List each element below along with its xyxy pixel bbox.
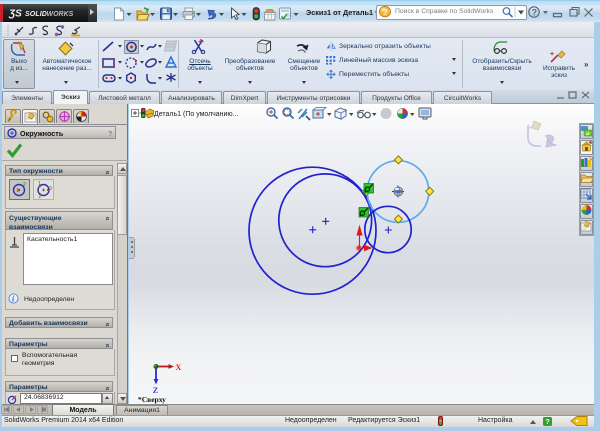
svg-text:?: ? <box>545 417 550 426</box>
svg-text:X: X <box>176 363 182 372</box>
svg-text:3: 3 <box>49 186 52 192</box>
svg-text:?: ? <box>532 7 538 17</box>
svg-text:ƷS: ƷS <box>8 9 22 20</box>
svg-text:Z: Z <box>153 386 158 395</box>
svg-text:2: 2 <box>39 194 42 198</box>
svg-text:Деталь1 (По умолчанию...: Деталь1 (По умолчанию... <box>154 111 239 118</box>
svg-text:2: 2 <box>23 182 26 188</box>
svg-text:1: 1 <box>38 181 41 187</box>
svg-text:*Сверху: *Сверху <box>138 395 166 404</box>
svg-text:SOLID: SOLID <box>25 11 47 18</box>
svg-text:1: 1 <box>16 188 19 194</box>
svg-text:WORKS: WORKS <box>47 11 74 18</box>
svg-text:?: ? <box>383 7 388 17</box>
svg-text:+: + <box>550 51 554 58</box>
